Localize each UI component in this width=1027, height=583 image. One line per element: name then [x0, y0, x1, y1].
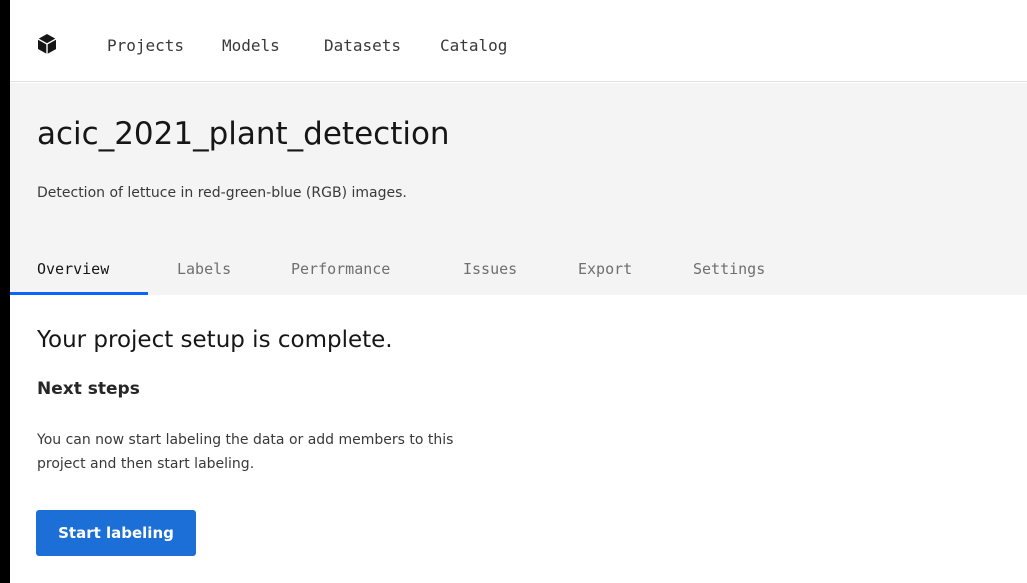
app-window: Projects Models Datasets Catalog acic_20…	[10, 0, 1027, 583]
cube-icon[interactable]	[38, 34, 56, 54]
active-tab-indicator	[10, 292, 148, 295]
tab-settings[interactable]: Settings	[693, 260, 765, 278]
nav-item-catalog[interactable]: Catalog	[440, 36, 507, 55]
tab-export[interactable]: Export	[578, 260, 632, 278]
tab-issues[interactable]: Issues	[463, 260, 517, 278]
nav-item-models[interactable]: Models	[222, 36, 280, 55]
setup-complete-heading: Your project setup is complete.	[37, 327, 393, 353]
nav-item-projects[interactable]: Projects	[107, 36, 184, 55]
start-labeling-button[interactable]: Start labeling	[36, 510, 196, 556]
project-tabs: Overview Labels Performance Issues Expor…	[10, 251, 1027, 295]
tab-labels[interactable]: Labels	[177, 260, 231, 278]
tab-performance[interactable]: Performance	[291, 260, 390, 278]
tab-overview[interactable]: Overview	[37, 260, 109, 278]
next-steps-description: You can now start labeling the data or a…	[37, 432, 454, 472]
project-header: acic_2021_plant_detection Detection of l…	[10, 83, 1027, 295]
page-title: acic_2021_plant_detection	[37, 116, 450, 152]
next-steps-heading: Next steps	[37, 379, 140, 399]
nav-item-datasets[interactable]: Datasets	[324, 36, 401, 55]
project-description: Detection of lettuce in red-green-blue (…	[37, 185, 407, 201]
top-navigation: Projects Models Datasets Catalog	[10, 0, 1027, 82]
